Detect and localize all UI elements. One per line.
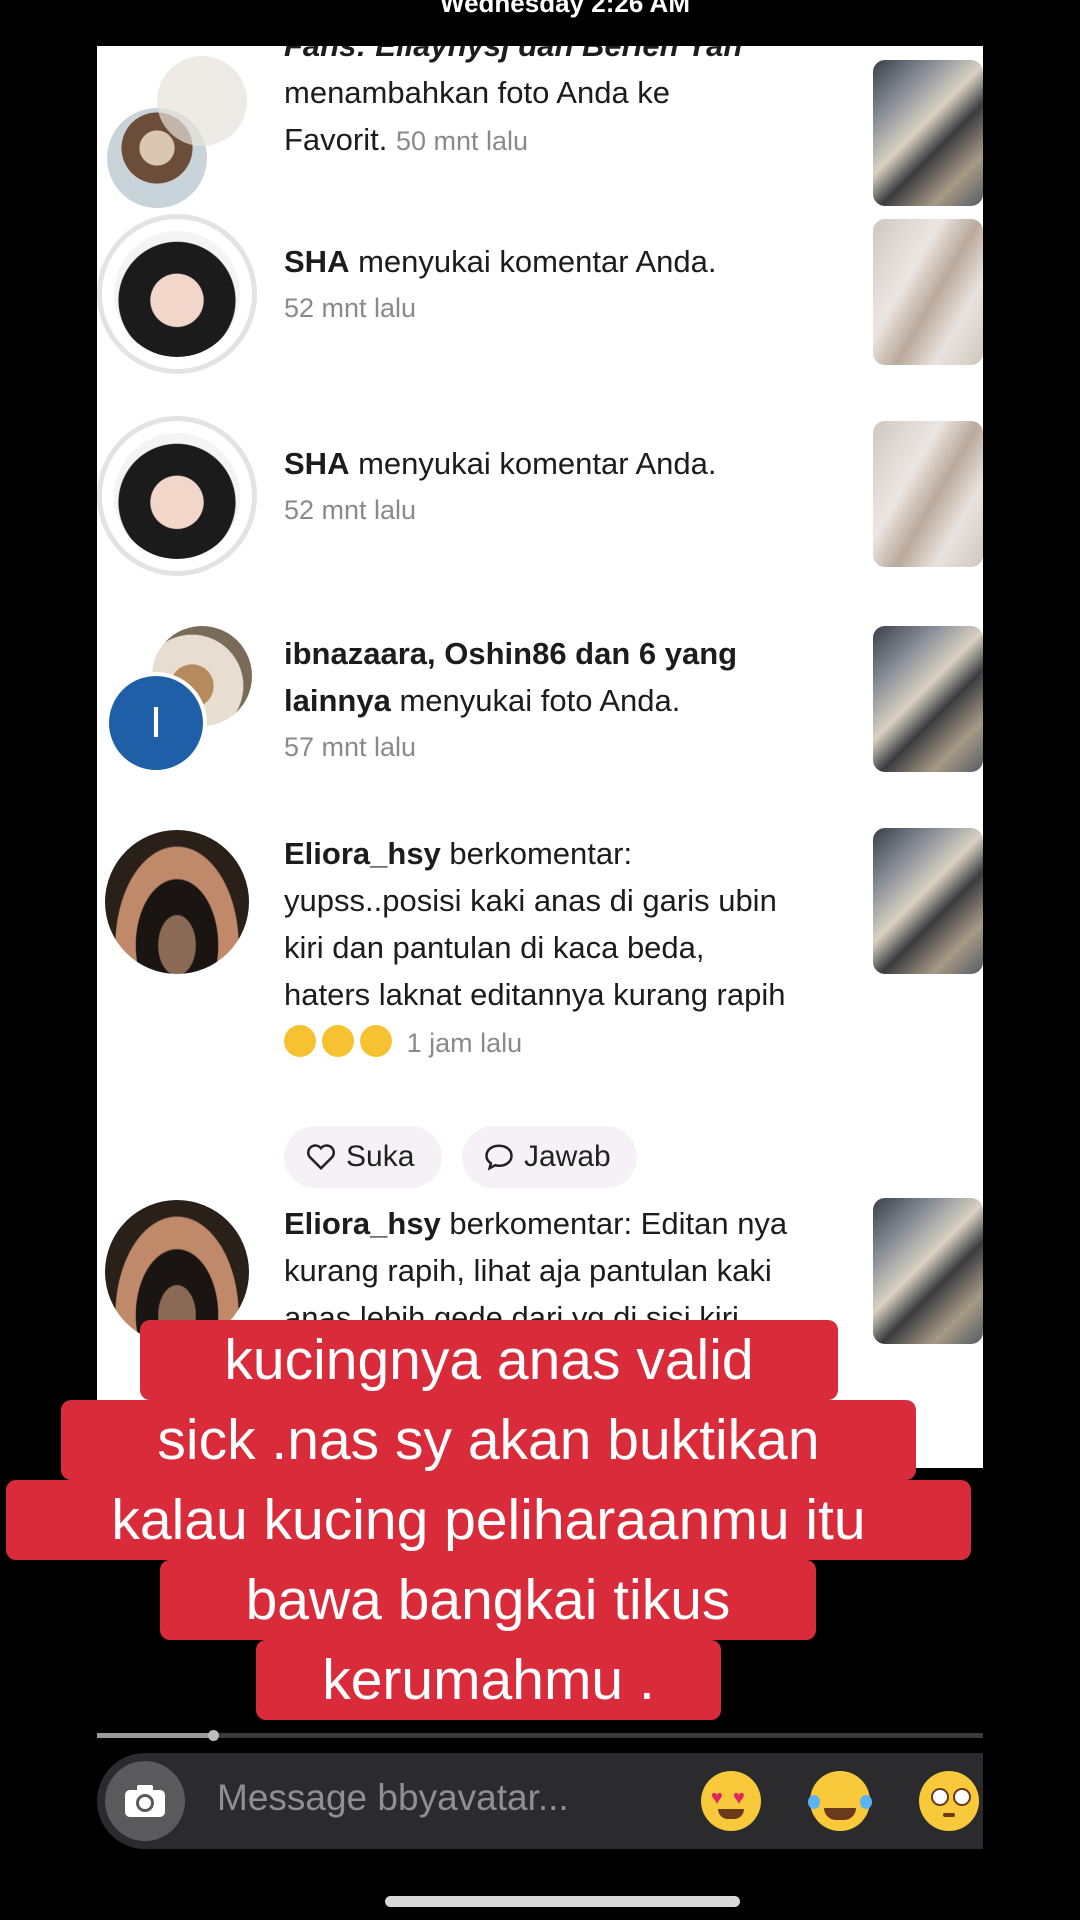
post-thumbnail[interactable] xyxy=(873,219,983,365)
heart-eyes-emoji-icon[interactable]: ♥ ♥ xyxy=(701,1771,761,1831)
avatar xyxy=(97,416,257,576)
username[interactable]: ibnazaara, Oshin86 dan 6 yang xyxy=(284,636,737,671)
username[interactable]: SHA xyxy=(284,446,349,481)
avatar xyxy=(105,830,249,974)
avatar xyxy=(97,214,257,374)
timestamp: 52 mnt lalu xyxy=(284,495,417,525)
avatar-letter: I xyxy=(149,698,163,747)
heart-icon xyxy=(307,1144,335,1171)
caption-line: kalau kucing peliharaanmu itu xyxy=(6,1480,971,1560)
rofl-emoji-icon xyxy=(284,1024,316,1057)
caption-line: bawa bangkai tikus xyxy=(160,1560,816,1640)
avatar-photo xyxy=(114,231,240,357)
post-thumbnail[interactable] xyxy=(873,626,983,772)
username[interactable]: Eliora_hsy xyxy=(284,1206,441,1241)
avatar-initial-badge: I xyxy=(105,672,207,774)
message-bar: Message bbyavatar... ♥ ♥ xyxy=(97,1753,983,1849)
notification-text: menyukai komentar Anda. xyxy=(349,446,717,481)
caption-line: sick .nas sy akan buktikan xyxy=(61,1400,916,1480)
comment-text: kiri dan pantulan di kaca beda, xyxy=(284,930,705,965)
notification-row[interactable]: Eliora_hsy berkomentar: yupss..posisi ka… xyxy=(97,826,983,1188)
reply-button[interactable]: Jawab xyxy=(462,1126,637,1188)
notification-row[interactable]: SHA menyukai komentar Anda. 52 mnt lalu xyxy=(97,214,983,394)
progress-handle[interactable] xyxy=(208,1730,219,1741)
story-progress-bar[interactable] xyxy=(97,1730,983,1741)
timestamp: 52 mnt lalu xyxy=(284,293,417,323)
rofl-emoji-icon xyxy=(322,1024,354,1057)
timestamp: 50 mnt lalu xyxy=(395,126,529,156)
notification-text: berkomentar: Editan nya xyxy=(440,1206,788,1241)
like-label: Suka xyxy=(346,1140,415,1173)
comment-text: haters laknat editannya kurang rapih xyxy=(284,977,786,1012)
flushed-emoji-icon[interactable] xyxy=(919,1771,979,1831)
rofl-emoji-icon xyxy=(360,1024,392,1057)
notification-text: berkomentar: xyxy=(440,836,633,871)
message-input[interactable]: Message bbyavatar... xyxy=(217,1777,569,1819)
notification-text: menyukai komentar Anda. xyxy=(349,244,717,279)
avatar-secondary xyxy=(157,56,247,146)
username[interactable]: Eliora_hsy xyxy=(284,836,441,871)
caption-line: kerumahmu . xyxy=(256,1640,721,1720)
avatar-photo xyxy=(114,433,240,559)
timestamp: 57 mnt lalu xyxy=(284,732,417,762)
tears-of-joy-emoji-icon[interactable] xyxy=(808,1771,872,1831)
notification-row[interactable]: SHA menyukai komentar Anda. 52 mnt lalu xyxy=(97,416,983,596)
post-thumbnail[interactable] xyxy=(873,421,983,567)
comment-text: yupss..posisi kaki anas di garis ubin xyxy=(284,883,777,918)
notification-text: menyukai foto Anda. xyxy=(390,683,681,718)
post-thumbnail[interactable] xyxy=(873,60,983,206)
post-thumbnail[interactable] xyxy=(873,1198,983,1344)
notifications-panel: Fans: Eliayhysj dan Berlen Yan menambahk… xyxy=(97,46,983,1468)
notification-text: menambahkan foto Anda ke xyxy=(284,75,671,110)
username[interactable]: lainnya xyxy=(284,683,391,718)
notification-row[interactable]: I ibnazaara, Oshin86 dan 6 yang lainnya … xyxy=(97,626,983,826)
username[interactable]: SHA xyxy=(284,244,349,279)
notification-text: Fans: Eliayhysj dan Berlen Yan xyxy=(284,46,742,69)
timestamp: 1 jam lalu xyxy=(406,1028,523,1058)
camera-icon xyxy=(125,1785,165,1817)
like-button[interactable]: Suka xyxy=(284,1126,442,1188)
caption-line: kucingnya anas valid xyxy=(140,1320,838,1400)
reply-label: Jawab xyxy=(524,1140,611,1173)
notification-row[interactable]: Fans: Eliayhysj dan Berlen Yan menambahk… xyxy=(97,46,983,210)
speech-bubble-icon xyxy=(485,1144,513,1171)
comment-text: kurang rapih, lihat aja pantulan kaki xyxy=(284,1253,772,1288)
home-indicator[interactable] xyxy=(385,1896,740,1907)
camera-button[interactable] xyxy=(105,1761,185,1841)
post-thumbnail[interactable] xyxy=(873,828,983,974)
progress-fill xyxy=(97,1733,212,1738)
status-time: Wednesday 2:26 AM xyxy=(440,0,690,18)
notification-text: Favorit. xyxy=(284,122,388,157)
